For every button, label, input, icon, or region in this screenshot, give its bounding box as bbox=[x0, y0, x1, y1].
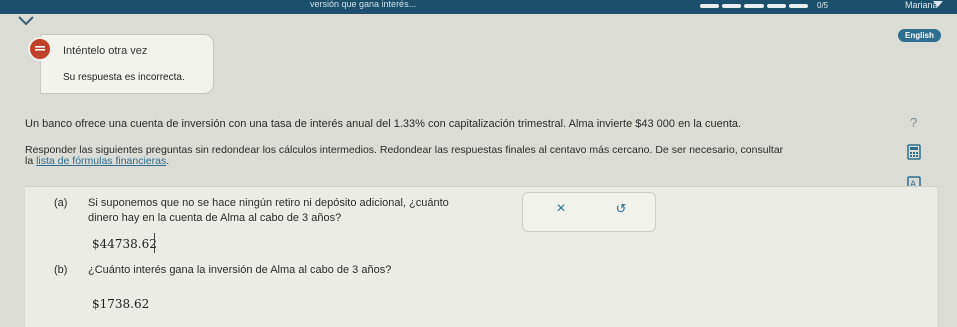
clear-button[interactable]: × bbox=[550, 198, 572, 220]
feedback-panel: Inténtelo otra vez Su respuesta es incor… bbox=[40, 34, 214, 94]
alert-icon bbox=[28, 37, 52, 61]
part-a-label: (a) bbox=[54, 197, 68, 209]
topic-title: versión que gana interés... bbox=[310, 0, 417, 9]
part-a-question-line-2: dinero hay en la cuenta de Alma al cabo … bbox=[88, 212, 342, 224]
progress-count: 0/5 bbox=[817, 1, 829, 10]
instructions-prefix: la bbox=[25, 155, 37, 167]
part-b-question: ¿Cuánto interés gana la inversión de Alm… bbox=[88, 264, 392, 276]
progress-segment bbox=[788, 4, 809, 8]
progress-segment bbox=[722, 4, 742, 8]
instructions: Responder las siguientes preguntas sin r… bbox=[25, 145, 783, 167]
part-a-answer[interactable]: $44738.62 bbox=[92, 237, 157, 251]
undo-button[interactable]: ↺ bbox=[610, 198, 632, 220]
instructions-line-2: la lista de fórmulas financieras. bbox=[25, 156, 783, 167]
part-b-label: (b) bbox=[54, 264, 68, 276]
top-bar: versión que gana interés... 0/5 Mariana bbox=[0, 0, 957, 14]
text-cursor bbox=[154, 233, 155, 253]
part-a-question-line-1: Si suponemos que no se hace ningún retir… bbox=[88, 197, 449, 209]
calculator-icon[interactable] bbox=[907, 144, 923, 160]
part-b-answer[interactable]: $1738.62 bbox=[92, 297, 149, 311]
chevron-down-icon[interactable] bbox=[17, 14, 35, 28]
progress-segment bbox=[700, 4, 720, 8]
answer-actions bbox=[522, 192, 656, 232]
progress-segment bbox=[744, 4, 764, 8]
progress-segment bbox=[766, 4, 786, 8]
problem-statement: Un banco ofrece una cuenta de inversión … bbox=[25, 118, 742, 130]
help-icon[interactable]: ? bbox=[910, 115, 917, 130]
formula-list-link[interactable]: lista de fórmulas financieras bbox=[36, 155, 166, 167]
feedback-title: Inténtelo otra vez bbox=[63, 45, 148, 57]
progress-bar bbox=[700, 4, 809, 8]
language-button[interactable]: English bbox=[898, 29, 941, 42]
feedback-message: Su respuesta es incorrecta. bbox=[63, 72, 185, 83]
user-menu-caret-icon[interactable] bbox=[933, 1, 943, 7]
instructions-suffix: . bbox=[166, 155, 170, 167]
